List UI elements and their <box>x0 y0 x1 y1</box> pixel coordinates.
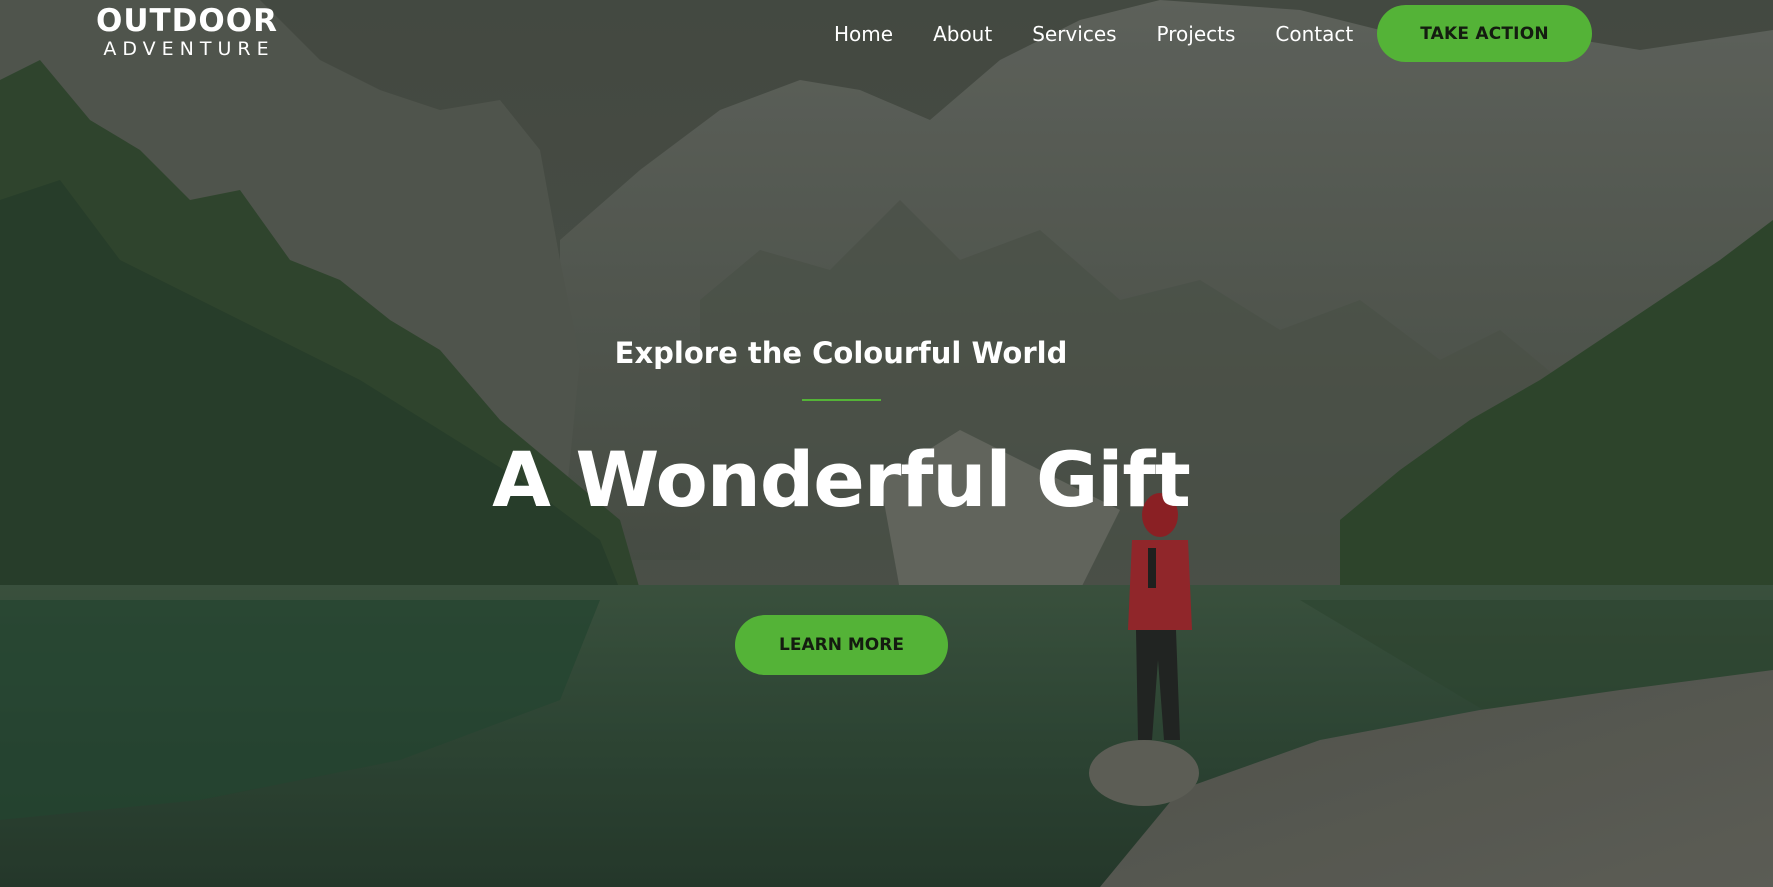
take-action-button[interactable]: TAKE ACTION <box>1377 5 1592 62</box>
nav-item-home[interactable]: Home <box>834 20 893 50</box>
tagline-divider <box>802 399 881 401</box>
learn-more-button[interactable]: LEARN MORE <box>735 615 948 675</box>
brand-name-sub: ADVENTURE <box>103 38 275 60</box>
main-nav: Home About Services Projects Contact <box>834 20 1353 50</box>
nav-item-projects[interactable]: Projects <box>1157 20 1236 50</box>
nav-item-contact[interactable]: Contact <box>1275 20 1353 50</box>
nav-item-about[interactable]: About <box>933 20 992 50</box>
brand-logo[interactable]: OUTDOOR ADVENTURE <box>92 4 282 60</box>
hero-tagline: Explore the Colourful World <box>614 336 1068 370</box>
hero-headline: A Wonderful Gift <box>492 435 1191 524</box>
site-header: OUTDOOR ADVENTURE Home About Services Pr… <box>0 0 1773 70</box>
nav-item-services[interactable]: Services <box>1032 20 1116 50</box>
brand-name-main: OUTDOOR <box>96 3 278 39</box>
